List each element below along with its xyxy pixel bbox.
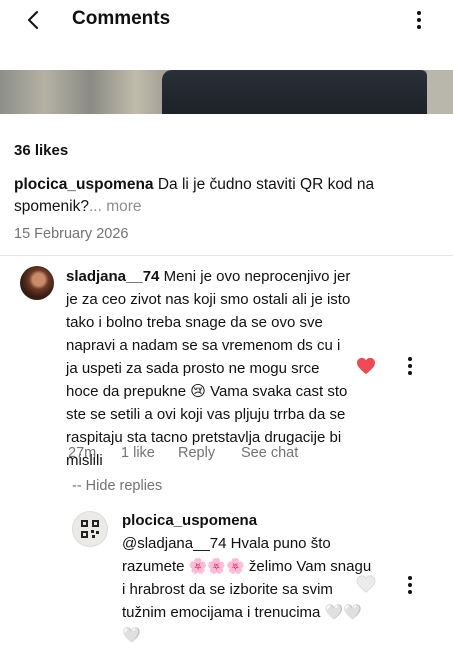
post-image[interactable] <box>0 70 453 114</box>
kebab-menu-icon <box>408 357 412 375</box>
kebab-menu-icon <box>408 576 412 594</box>
caption-more-link[interactable]: ... more <box>89 198 142 215</box>
avatar[interactable] <box>72 511 108 547</box>
heart-filled-icon <box>357 357 375 375</box>
heart-outline-icon <box>356 575 376 593</box>
comment-username[interactable]: sladjana__74 <box>66 268 159 285</box>
post-caption: plocica_uspomena Da li je čudno staviti … <box>14 174 434 218</box>
qr-code-icon <box>81 520 99 538</box>
reply-body: plocica_uspomena @sladjana__74 Hvala pun… <box>122 509 372 647</box>
back-button[interactable] <box>22 8 46 32</box>
likes-count[interactable]: 36 likes <box>14 142 68 159</box>
comment-time: 27m <box>68 445 97 461</box>
comment-text: Meni je ovo neprocenjivo jer je za ceo z… <box>66 268 351 469</box>
like-button[interactable] <box>356 575 376 593</box>
hide-replies-button[interactable]: -- Hide replies <box>72 478 162 494</box>
caption-username[interactable]: plocica_uspomena <box>14 176 154 193</box>
post-date: 15 February 2026 <box>14 226 129 242</box>
comment-options-button[interactable] <box>402 356 418 376</box>
like-button[interactable] <box>356 357 376 375</box>
divider <box>0 255 453 256</box>
chevron-left-icon <box>28 11 38 29</box>
comment-likes-count[interactable]: 1 like <box>121 445 155 461</box>
reply-username[interactable]: plocica_uspomena <box>122 509 372 532</box>
see-chat-button[interactable]: See chat <box>241 445 298 461</box>
page-title: Comments <box>72 8 171 29</box>
avatar[interactable] <box>20 266 54 300</box>
reply-button[interactable]: Reply <box>178 445 215 461</box>
kebab-menu-icon <box>417 11 421 29</box>
comment-body: sladjana__74 Meni je ovo neprocenjivo je… <box>66 265 351 472</box>
comment-options-button[interactable] <box>402 575 418 595</box>
reply-text: @sladjana__74 Hvala puno što razumete 🌸🌸… <box>122 535 372 644</box>
more-options-button[interactable] <box>410 10 428 30</box>
